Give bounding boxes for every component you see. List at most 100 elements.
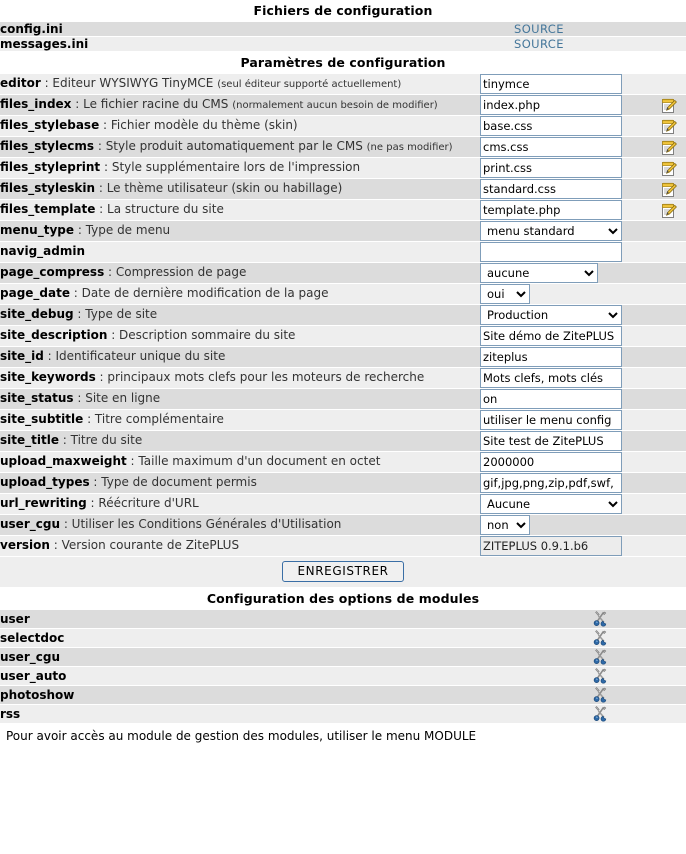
param-input-upload_maxweight[interactable] [480,452,622,472]
wrench-screwdriver-icon[interactable] [591,687,609,703]
module-name: photoshow [0,685,514,705]
param-edit-cell[interactable] [652,157,686,179]
param-value-cell: menu standard [480,220,652,242]
param-description: Fichier modèle du thème (skin) [110,118,298,132]
file-source-cell: SOURCE [514,36,686,52]
module-row: user [0,610,686,629]
param-key: editor [0,76,41,90]
param-input-files_styleprint[interactable] [480,158,622,178]
edit-notepad-pencil-icon[interactable] [661,98,678,113]
source-link[interactable]: SOURCE [514,22,564,36]
param-key: site_title [0,433,59,447]
param-key: page_compress [0,265,105,279]
param-input-site_id[interactable] [480,347,622,367]
param-select-menu_type[interactable]: menu standard [480,221,622,241]
param-input-site_description[interactable] [480,326,622,346]
param-value-cell [480,409,652,431]
param-input-version[interactable] [480,536,622,556]
module-tools-cell[interactable] [514,704,686,724]
params-table: editor : Editeur WYSIWYG TinyMCE (seul é… [0,74,686,557]
param-label-cell: files_stylecms : Style produit automatiq… [0,136,480,158]
param-select-page_compress[interactable]: aucune [480,263,598,283]
param-input-navig_admin[interactable] [480,242,622,262]
wrench-screwdriver-icon[interactable] [591,611,609,627]
param-input-site_status[interactable] [480,389,622,409]
param-select-page_date[interactable]: oui [480,284,530,304]
param-key: page_date [0,286,70,300]
wrench-screwdriver-icon[interactable] [591,649,609,665]
param-description: Identificateur unique du site [55,349,226,363]
param-row: navig_admin [0,241,686,263]
param-separator: : [49,538,62,552]
param-key: site_debug [0,307,74,321]
param-edit-cell[interactable] [652,94,686,116]
save-button[interactable]: ENREGISTRER [282,561,404,582]
edit-notepad-pencil-icon[interactable] [661,203,678,218]
param-separator: : [73,391,86,405]
param-input-files_stylebase[interactable] [480,116,622,136]
param-label-cell: version : Version courante de ZitePLUS [0,535,480,557]
param-label-cell: url_rewriting : Réécriture d'URL [0,493,480,515]
param-edit-cell[interactable] [652,199,686,221]
module-tools-cell[interactable] [514,647,686,667]
param-input-files_stylecms[interactable] [480,137,622,157]
param-row: version : Version courante de ZitePLUS [0,535,686,557]
param-note: (normalement aucun besoin de modifier) [232,100,438,111]
module-tools-cell[interactable] [514,610,686,629]
param-input-site_subtitle[interactable] [480,410,622,430]
param-edit-cell [652,388,686,410]
submit-row: ENREGISTRER [0,557,686,588]
module-row: rss [0,704,686,724]
param-input-files_template[interactable] [480,200,622,220]
param-description: Le fichier racine du CMS [83,97,233,111]
edit-notepad-pencil-icon[interactable] [661,161,678,176]
param-row: files_styleprint : Style supplémentaire … [0,157,686,179]
param-edit-cell [652,283,686,305]
module-tools-cell[interactable] [514,666,686,686]
edit-notepad-pencil-icon[interactable] [661,140,678,155]
param-select-url_rewriting[interactable]: Aucune [480,494,622,514]
param-row: files_stylebase : Fichier modèle du thèm… [0,115,686,137]
param-value-cell [480,157,652,179]
param-input-files_index[interactable] [480,95,622,115]
source-link[interactable]: SOURCE [514,37,564,51]
param-input-editor[interactable] [480,74,622,94]
param-edit-cell[interactable] [652,115,686,137]
module-tools-cell[interactable] [514,685,686,705]
param-label-cell: editor : Editeur WYSIWYG TinyMCE (seul é… [0,74,480,95]
param-key: site_subtitle [0,412,84,426]
param-row: url_rewriting : Réécriture d'URL Aucune [0,493,686,515]
module-name: user_auto [0,666,514,686]
param-description: La structure du site [107,202,224,216]
param-separator: : [69,286,82,300]
param-select-user_cgu[interactable]: non [480,515,530,535]
param-select-site_debug[interactable]: Production [480,305,622,325]
edit-notepad-pencil-icon[interactable] [661,182,678,197]
param-input-site_keywords[interactable] [480,368,622,388]
param-separator: : [73,307,86,321]
param-input-upload_types[interactable] [480,473,622,493]
param-label-cell: site_description : Description sommaire … [0,325,480,347]
param-description: Titre complémentaire [94,412,224,426]
module-tools-cell[interactable] [514,628,686,648]
param-key: menu_type [0,223,75,237]
param-edit-cell[interactable] [652,136,686,158]
param-row: upload_types : Type de document permis [0,472,686,494]
param-edit-cell [652,346,686,368]
param-description: Style supplémentaire lors de l'impressio… [111,160,361,174]
param-description: Taille maximum d'un document en octet [138,454,381,468]
param-row: user_cgu : Utiliser les Conditions Génér… [0,514,686,536]
param-label-cell: files_index : Le fichier racine du CMS (… [0,94,480,116]
param-key: files_styleprint [0,160,101,174]
param-edit-cell[interactable] [652,178,686,200]
param-value-cell [480,451,652,473]
param-description: Réécriture d'URL [98,496,199,510]
param-input-site_title[interactable] [480,431,622,451]
wrench-screwdriver-icon[interactable] [591,706,609,722]
wrench-screwdriver-icon[interactable] [591,630,609,646]
edit-notepad-pencil-icon[interactable] [661,119,678,134]
wrench-screwdriver-icon[interactable] [591,668,609,684]
param-separator: : [74,223,86,237]
param-row: site_title : Titre du site [0,430,686,452]
param-input-files_styleskin[interactable] [480,179,622,199]
